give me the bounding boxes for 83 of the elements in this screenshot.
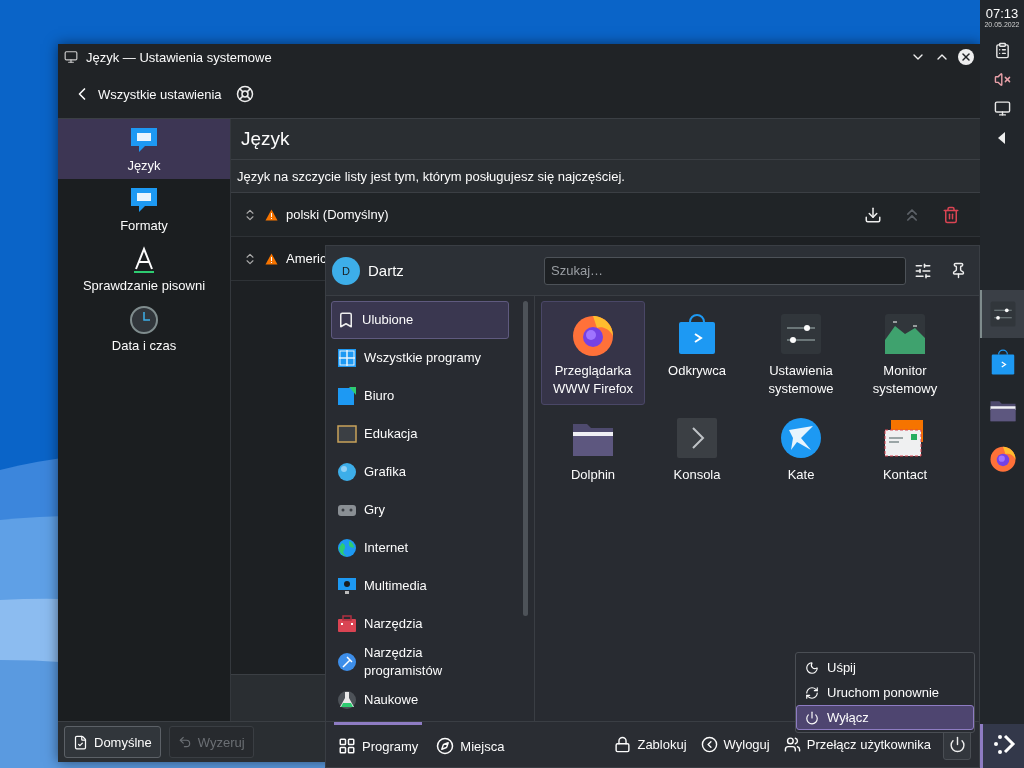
configure-button[interactable]	[914, 261, 932, 280]
lock-icon	[614, 736, 632, 753]
app-tile[interactable]: Monitor systemowy	[853, 301, 957, 405]
launcher-tab[interactable]: Miejsca	[432, 722, 509, 767]
sidebar-item[interactable]: Formaty	[58, 179, 230, 239]
category-item[interactable]: Biuro	[331, 377, 509, 415]
category-item[interactable]: Narzędzia programistów	[331, 643, 509, 681]
download-icon	[864, 205, 882, 224]
trash-icon	[942, 205, 960, 224]
category-item[interactable]: Naukowe	[331, 681, 509, 719]
launcher-button[interactable]	[980, 724, 1024, 768]
sidebar-item[interactable]: Język	[58, 119, 230, 179]
grid-icon	[338, 737, 356, 755]
app-tile[interactable]: Konsola	[645, 405, 749, 509]
language-name: polski (Domyślny)	[286, 207, 390, 222]
user-name: Dartz	[368, 262, 405, 279]
expand-arrow-icon[interactable]	[998, 131, 1006, 144]
pin-button[interactable]	[950, 262, 967, 279]
app-tile[interactable]: Kontact	[853, 405, 957, 509]
clock-icon	[129, 305, 159, 335]
muted-speaker-icon[interactable]	[993, 71, 1011, 88]
document-icon	[337, 386, 357, 406]
sphere-icon	[337, 462, 357, 482]
sliders-icon	[988, 299, 1018, 329]
speech-bubble-icon	[129, 185, 159, 215]
session-button[interactable]: Zablokuj	[612, 736, 689, 753]
power-icon	[805, 710, 819, 725]
app-tile[interactable]: Przeglądarka WWW Firefox	[541, 301, 645, 405]
grid-icon	[337, 348, 357, 368]
restart-icon	[805, 685, 819, 700]
lifebuoy-icon	[235, 85, 254, 103]
sliders-icon	[914, 261, 932, 280]
clock-time: 07:13	[985, 6, 1019, 21]
menu-item[interactable]: Wyłącz	[796, 705, 974, 730]
category-item[interactable]: Gry	[331, 491, 509, 529]
help-button[interactable]	[235, 85, 254, 103]
category-item[interactable]: Wszystkie programy	[331, 339, 509, 377]
category-item[interactable]: Ulubione	[331, 301, 509, 339]
user-avatar: D	[332, 256, 360, 285]
category-item[interactable]: Internet	[331, 529, 509, 567]
menu-item[interactable]: Uśpij	[796, 655, 974, 680]
flask-icon	[337, 690, 357, 710]
app-tile[interactable]: Odkrywca	[645, 301, 749, 405]
speech-bubble-icon	[129, 125, 159, 155]
close-button[interactable]	[958, 49, 974, 65]
description-text: Język na szczycie listy jest tym, którym posługujesz się najczęściej.	[231, 160, 980, 192]
back-link[interactable]: Wszystkie ustawienia	[72, 84, 222, 104]
document-icon	[73, 734, 88, 750]
category-item[interactable]: Narzędzia	[331, 605, 509, 643]
pin-icon	[950, 262, 967, 279]
monitor-icon	[337, 576, 357, 596]
window-title: Język — Ustawienia systemowe	[86, 49, 273, 65]
hammer-icon	[337, 652, 357, 672]
sidebar-item[interactable]: Sprawdzanie pisowni	[58, 239, 230, 299]
drag-handle-icon[interactable]	[243, 251, 257, 266]
moon-icon	[805, 660, 819, 675]
session-button[interactable]: Przełącz użytkownika	[781, 736, 933, 753]
users-icon	[783, 736, 801, 753]
category-item[interactable]: Grafika	[331, 453, 509, 491]
board-icon	[337, 424, 357, 444]
clipboard-icon[interactable]	[993, 42, 1011, 59]
session-button[interactable]: Wyloguj	[698, 736, 772, 753]
bookmark-icon	[337, 311, 355, 329]
app-tile[interactable]: Ustawienia systemowe	[749, 301, 853, 405]
category-item[interactable]: Edukacja	[331, 415, 509, 453]
globe-icon	[337, 538, 357, 558]
category-item[interactable]: Multimedia	[331, 567, 509, 605]
defaults-button[interactable]: Domyślne	[64, 726, 161, 758]
close-icon	[960, 51, 972, 63]
launcher-tab[interactable]: Programy	[334, 722, 423, 767]
app-tile[interactable]: Kate	[749, 405, 853, 509]
compass-icon	[436, 737, 455, 755]
app-tile[interactable]: Dolphin	[541, 405, 645, 509]
sidebar-item[interactable]: Data i czas	[58, 299, 230, 359]
toolbox-icon	[337, 614, 357, 634]
display-icon[interactable]	[993, 100, 1011, 117]
page-title: Język	[231, 119, 980, 160]
undo-icon	[177, 735, 192, 749]
menu-item[interactable]: Uruchom ponownie	[796, 680, 974, 705]
power-icon	[948, 736, 966, 753]
logout-icon	[700, 736, 718, 753]
language-name: Americ	[286, 251, 328, 266]
search-field[interactable]: Szukaj…	[544, 256, 906, 285]
